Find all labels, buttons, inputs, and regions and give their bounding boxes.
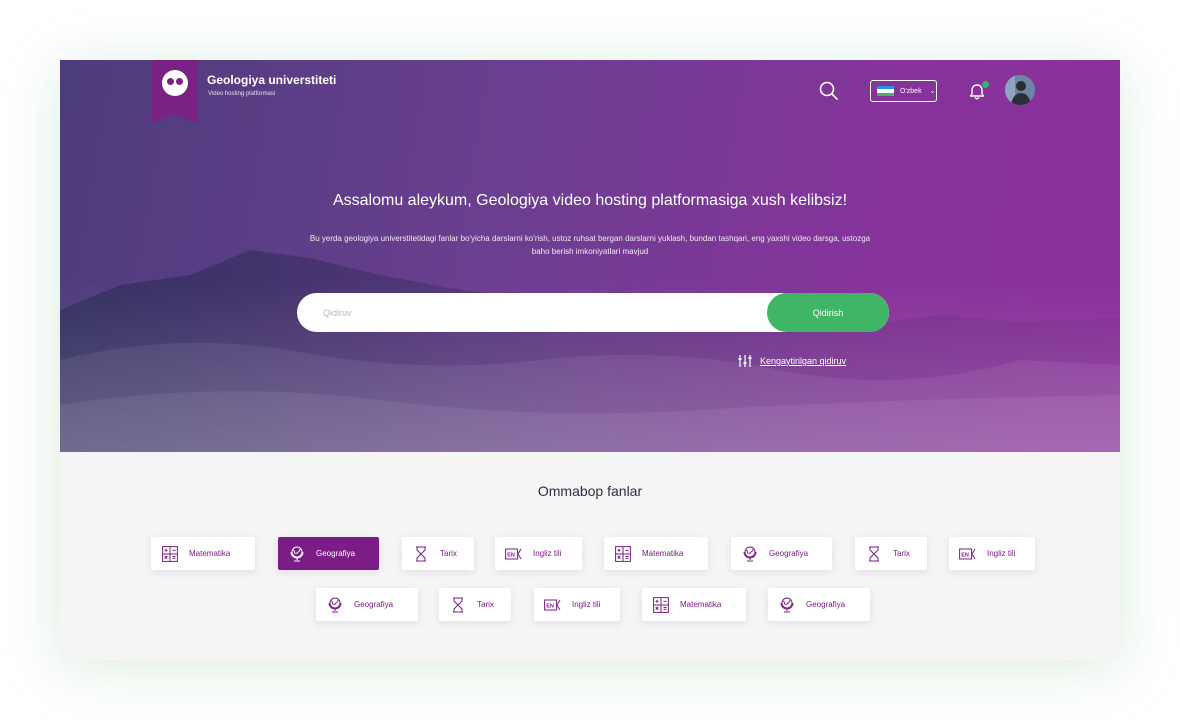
chevron-down-icon: ⌄	[929, 87, 936, 95]
subject-chip-matematika[interactable]: Matematika	[604, 537, 708, 570]
subject-chip-tarix[interactable]: Tarix	[402, 537, 474, 570]
hero-title: Assalomu aleykum, Geologiya video hostin…	[332, 192, 848, 209]
english-icon: EN	[544, 596, 562, 614]
user-avatar[interactable]	[1005, 75, 1035, 105]
hero-search-bar: Qidirish	[297, 293, 889, 332]
subject-chip-label: Ingliz tili	[572, 600, 601, 609]
app-frame: Geologiya universtiteti Video hosting pl…	[60, 60, 1120, 660]
search-input[interactable]	[297, 293, 777, 332]
subject-chip-geografiya[interactable]: Geografiya	[316, 588, 418, 621]
search-button[interactable]: Qidirish	[767, 293, 889, 332]
brand-subtitle: Video hosting platformasi	[208, 91, 276, 97]
subject-chip-geografiya[interactable]: Geografiya	[278, 537, 379, 570]
filter-sliders-icon	[738, 355, 752, 367]
popular-subjects-title: Ommabop fanlar	[537, 483, 643, 499]
subject-chip-tarix[interactable]: Tarix	[855, 537, 927, 570]
subject-chip-geografiya[interactable]: Geografiya	[731, 537, 832, 570]
hourglass-icon	[412, 545, 430, 563]
subject-chip-matematika[interactable]: Matematika	[151, 537, 255, 570]
uzbekistan-flag-icon	[877, 86, 894, 96]
brand-title: Geologiya universtiteti	[207, 73, 337, 87]
svg-text:EN: EN	[961, 552, 969, 558]
globe-icon	[288, 545, 306, 563]
globe-icon	[741, 545, 759, 563]
subject-chip-label: Tarix	[893, 549, 910, 558]
subject-chip-ingliz-tili[interactable]: EN Ingliz tili	[534, 588, 620, 621]
search-icon[interactable]	[818, 80, 840, 102]
advanced-search-label: Kengaytirilgan qidiruv	[760, 356, 847, 366]
language-label: O'zbek	[900, 87, 922, 95]
english-icon: EN	[505, 545, 523, 563]
subject-chip-label: Ingliz tili	[533, 549, 562, 558]
subject-chip-label: Geografiya	[316, 549, 356, 558]
notification-badge	[982, 81, 989, 88]
globe-icon	[778, 596, 796, 614]
calculator-icon	[652, 596, 670, 614]
svg-text:EN: EN	[546, 603, 554, 609]
calculator-icon	[161, 545, 179, 563]
university-logo[interactable]	[151, 60, 198, 123]
owl-logo-icon	[161, 70, 188, 96]
hourglass-icon	[865, 545, 883, 563]
globe-icon	[326, 596, 344, 614]
hero-description: Bu yerda geologiya universtitetidagi fan…	[309, 234, 871, 256]
language-selector[interactable]: O'zbek ⌄	[870, 80, 937, 102]
subject-chip-label: Geografiya	[806, 600, 846, 609]
subject-chip-label: Geografiya	[769, 549, 809, 558]
calculator-icon	[614, 545, 632, 563]
subject-chip-label: Matematika	[642, 549, 684, 558]
subject-chip-label: Tarix	[440, 549, 457, 558]
subject-chip-label: Ingliz tili	[987, 549, 1016, 558]
subject-chip-label: Geografiya	[354, 600, 394, 609]
subject-chip-ingliz-tili[interactable]: EN Ingliz tili	[949, 537, 1035, 570]
subject-chip-label: Tarix	[477, 600, 494, 609]
subject-chip-matematika[interactable]: Matematika	[642, 588, 746, 621]
subject-chip-ingliz-tili[interactable]: EN Ingliz tili	[495, 537, 582, 570]
hourglass-icon	[449, 596, 467, 614]
svg-text:EN: EN	[507, 552, 515, 558]
subject-chip-geografiya[interactable]: Geografiya	[768, 588, 870, 621]
subject-chip-label: Matematika	[680, 600, 722, 609]
subject-chip-label: Matematika	[189, 549, 231, 558]
english-icon: EN	[959, 545, 977, 563]
subject-chip-tarix[interactable]: Tarix	[439, 588, 511, 621]
advanced-search-link[interactable]: Kengaytirilgan qidiruv	[738, 355, 846, 367]
hero-banner: Geologiya universtiteti Video hosting pl…	[60, 60, 1120, 452]
